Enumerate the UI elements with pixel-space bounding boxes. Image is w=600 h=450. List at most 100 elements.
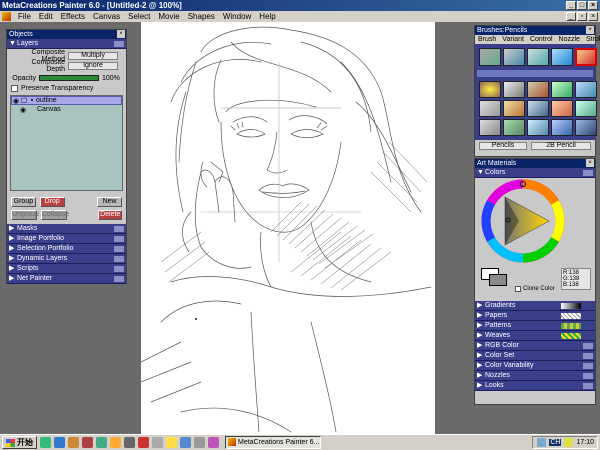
menu-select[interactable]: Select <box>124 11 154 22</box>
brush-icon[interactable] <box>479 48 501 66</box>
quicklaunch-app-icon[interactable] <box>208 437 219 448</box>
primary-color-swatch[interactable] <box>489 274 507 286</box>
section-menu-icon[interactable] <box>114 226 124 232</box>
stroke-menu[interactable]: Stroke <box>583 35 600 44</box>
maximize-button[interactable]: □ <box>577 1 587 10</box>
doc-close-button[interactable]: × <box>588 12 598 21</box>
menu-edit[interactable]: Edit <box>35 11 57 22</box>
section-menu-icon[interactable] <box>583 353 593 359</box>
nozzle-menu[interactable]: Nozzle <box>556 35 583 44</box>
menu-effects[interactable]: Effects <box>57 11 89 22</box>
layer-lock-icon[interactable]: ☐ <box>20 97 28 105</box>
section-menu-icon[interactable] <box>114 246 124 252</box>
section-menu-icon[interactable] <box>114 256 124 262</box>
ungroup-button[interactable]: Ungroup <box>11 210 39 220</box>
brush-icon[interactable] <box>527 119 549 136</box>
variant-menu[interactable]: Variant <box>499 35 527 44</box>
quicklaunch-app-icon[interactable] <box>110 437 121 448</box>
nozzles-section-header[interactable]: ▶ Nozzles <box>475 371 595 381</box>
layer-visibility-eye-icon[interactable]: ◉ <box>12 97 20 105</box>
menu-shapes[interactable]: Shapes <box>184 11 219 22</box>
input-language-indicator[interactable]: CH <box>549 439 562 446</box>
masks-section-header[interactable]: ▶ Masks <box>7 224 126 234</box>
patterns-section-header[interactable]: ▶ Patterns <box>475 321 595 331</box>
brush-icon[interactable] <box>527 100 549 117</box>
section-menu-icon[interactable] <box>583 343 593 349</box>
layers-section-header[interactable]: ▼Layers <box>7 39 126 49</box>
brush-icon[interactable] <box>551 100 573 117</box>
objects-close-button[interactable]: × <box>117 30 125 38</box>
quicklaunch-app-icon[interactable] <box>180 437 191 448</box>
pencil-brush-icon-selected[interactable] <box>575 48 597 66</box>
scripts-section-header[interactable]: ▶ Scripts <box>7 264 126 274</box>
looks-section-header[interactable]: ▶ Looks <box>475 381 595 391</box>
brush-icon[interactable] <box>575 100 597 117</box>
volume-tray-icon[interactable] <box>564 438 574 447</box>
section-menu-icon[interactable] <box>583 363 593 369</box>
menu-canvas[interactable]: Canvas <box>89 11 124 22</box>
brush-icon[interactable] <box>479 81 501 98</box>
quicklaunch-app-icon[interactable] <box>194 437 205 448</box>
section-menu-icon[interactable] <box>114 236 124 242</box>
colors-section-header[interactable]: ▼Colors <box>475 168 595 178</box>
network-tray-icon[interactable] <box>537 438 547 447</box>
brush-icon[interactable] <box>503 48 525 66</box>
brush-category-select[interactable]: Pencils <box>479 142 527 150</box>
color-set-section-header[interactable]: ▶ Color Set <box>475 351 595 361</box>
brush-icon[interactable] <box>479 119 501 136</box>
quicklaunch-app-icon[interactable] <box>166 437 177 448</box>
close-button[interactable]: × <box>588 1 598 10</box>
brush-icon[interactable] <box>527 81 549 98</box>
opacity-slider[interactable] <box>39 75 99 81</box>
clock[interactable]: 17:10 <box>576 439 594 446</box>
group-button[interactable]: Group <box>11 197 36 207</box>
doc-restore-button[interactable]: ▫ <box>577 12 587 21</box>
section-menu-icon[interactable] <box>583 170 593 176</box>
brush-icon[interactable] <box>503 100 525 117</box>
app-icon[interactable] <box>2 12 11 21</box>
menu-movie[interactable]: Movie <box>154 11 183 22</box>
canvas-visibility-eye-icon[interactable]: ◉ <box>19 106 27 114</box>
section-menu-icon[interactable] <box>583 373 593 379</box>
brush-icon[interactable] <box>551 48 573 66</box>
control-menu[interactable]: Control <box>527 35 556 44</box>
menu-help[interactable]: Help <box>255 11 279 22</box>
quicklaunch-outlook-icon[interactable] <box>68 437 79 448</box>
brush-icon[interactable] <box>479 100 501 117</box>
rgb-color-section-header[interactable]: ▶ RGB Color <box>475 341 595 351</box>
papers-section-header[interactable]: ▶ Papers <box>475 311 595 321</box>
brush-icon[interactable] <box>551 81 573 98</box>
drawing-canvas[interactable] <box>141 22 435 434</box>
composite-method-select[interactable]: Multiply <box>68 52 118 60</box>
image-portfolio-section-header[interactable]: ▶ Image Portfolio <box>7 234 126 244</box>
drop-button[interactable]: Drop <box>39 197 65 207</box>
brush-menu[interactable]: Brush <box>475 35 499 44</box>
brush-icon[interactable] <box>527 48 549 66</box>
quicklaunch-desktop-icon[interactable] <box>40 437 51 448</box>
menu-file[interactable]: File <box>14 11 35 22</box>
section-menu-icon[interactable] <box>114 41 124 47</box>
brush-variant-select[interactable]: 2B Pencil <box>531 142 591 150</box>
brush-icon[interactable] <box>503 119 525 136</box>
doc-minimize-button[interactable]: _ <box>566 12 576 21</box>
layer-item-canvas[interactable]: ◉ Canvas <box>11 105 122 114</box>
minimize-button[interactable]: _ <box>566 1 576 10</box>
delete-layer-button[interactable]: Delete <box>98 210 122 220</box>
selection-portfolio-section-header[interactable]: ▶ Selection Portfolio <box>7 244 126 254</box>
layer-item-outline[interactable]: ◉ ☐ ▪ outline <box>11 96 122 105</box>
menu-window[interactable]: Window <box>219 11 255 22</box>
brush-icon[interactable] <box>551 119 573 136</box>
quicklaunch-app-icon[interactable] <box>82 437 93 448</box>
brush-icon[interactable] <box>575 119 597 136</box>
quicklaunch-app-icon[interactable] <box>152 437 163 448</box>
clone-color-checkbox[interactable] <box>515 286 521 292</box>
brushes-close-button[interactable]: × <box>586 26 594 34</box>
composite-depth-select[interactable]: Ignore <box>68 62 118 70</box>
drawer-handle[interactable] <box>477 70 593 77</box>
net-painter-section-header[interactable]: ▶ Net Painter <box>7 274 126 284</box>
preserve-transparency-checkbox[interactable] <box>11 84 18 92</box>
section-menu-icon[interactable] <box>114 266 124 272</box>
start-button[interactable]: 开始 <box>2 436 37 449</box>
art-materials-close-button[interactable]: × <box>586 159 594 167</box>
section-menu-icon[interactable] <box>583 383 593 389</box>
